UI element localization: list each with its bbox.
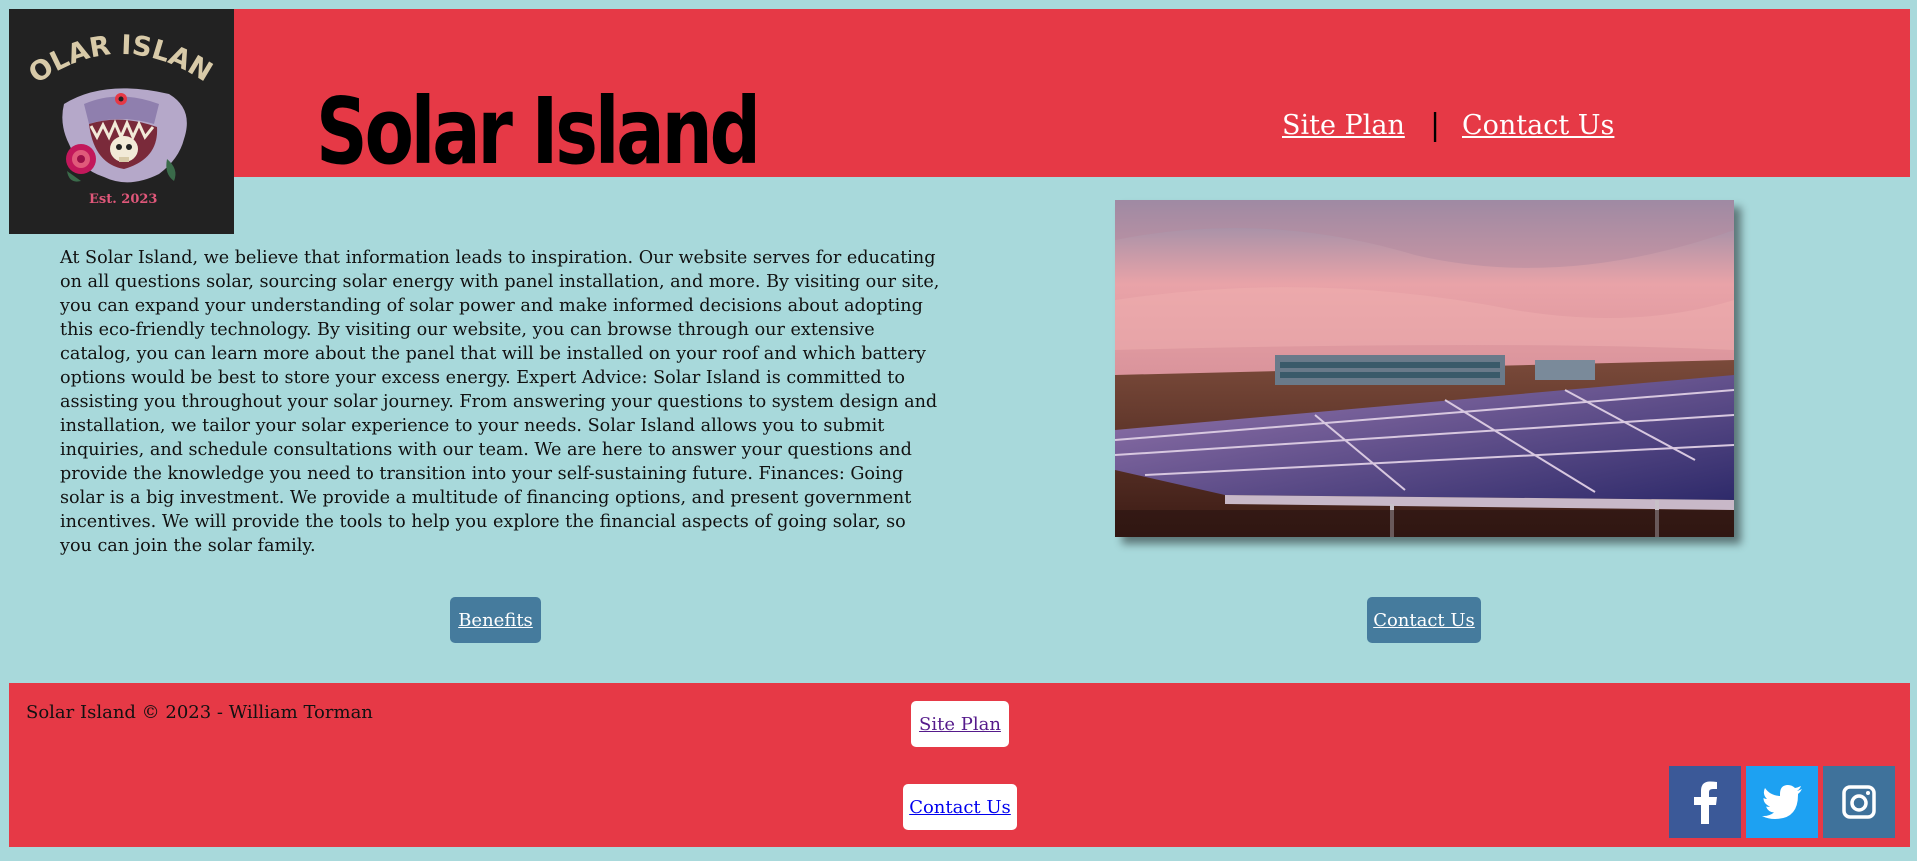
facebook-icon[interactable] (1669, 766, 1741, 838)
solar-panels-photo (1115, 200, 1734, 537)
nav-site-plan-link[interactable]: Site Plan (1282, 110, 1405, 141)
header-bar (9, 9, 1910, 177)
logo-est-text: Est. 2023 (89, 192, 157, 207)
shark-logo-icon: SOLAR ISLAND Est. 2023 (0, 0, 218, 207)
intro-paragraph: At Solar Island, we believe that informa… (60, 248, 940, 556)
logo-arc-text: SOLAR ISLAND (0, 0, 218, 90)
site-logo[interactable]: SOLAR ISLAND Est. 2023 (0, 0, 234, 234)
nav-separator: | (1430, 108, 1441, 143)
nav-contact-link[interactable]: Contact Us (1462, 110, 1614, 141)
benefits-button[interactable]: Benefits (450, 597, 541, 643)
page-title: Solar Island (316, 78, 761, 185)
copyright-text: Solar Island © 2023 - William Torman (26, 702, 373, 723)
footer-site-plan-link[interactable]: Site Plan (911, 701, 1009, 747)
twitter-icon[interactable] (1746, 766, 1818, 838)
contact-us-button[interactable]: Contact Us (1367, 597, 1481, 643)
instagram-icon[interactable] (1823, 766, 1895, 838)
footer-contact-link[interactable]: Contact Us (903, 784, 1017, 830)
svg-text:SOLAR ISLAND: SOLAR ISLAND (9, 9, 218, 90)
hero-image (1115, 200, 1734, 537)
